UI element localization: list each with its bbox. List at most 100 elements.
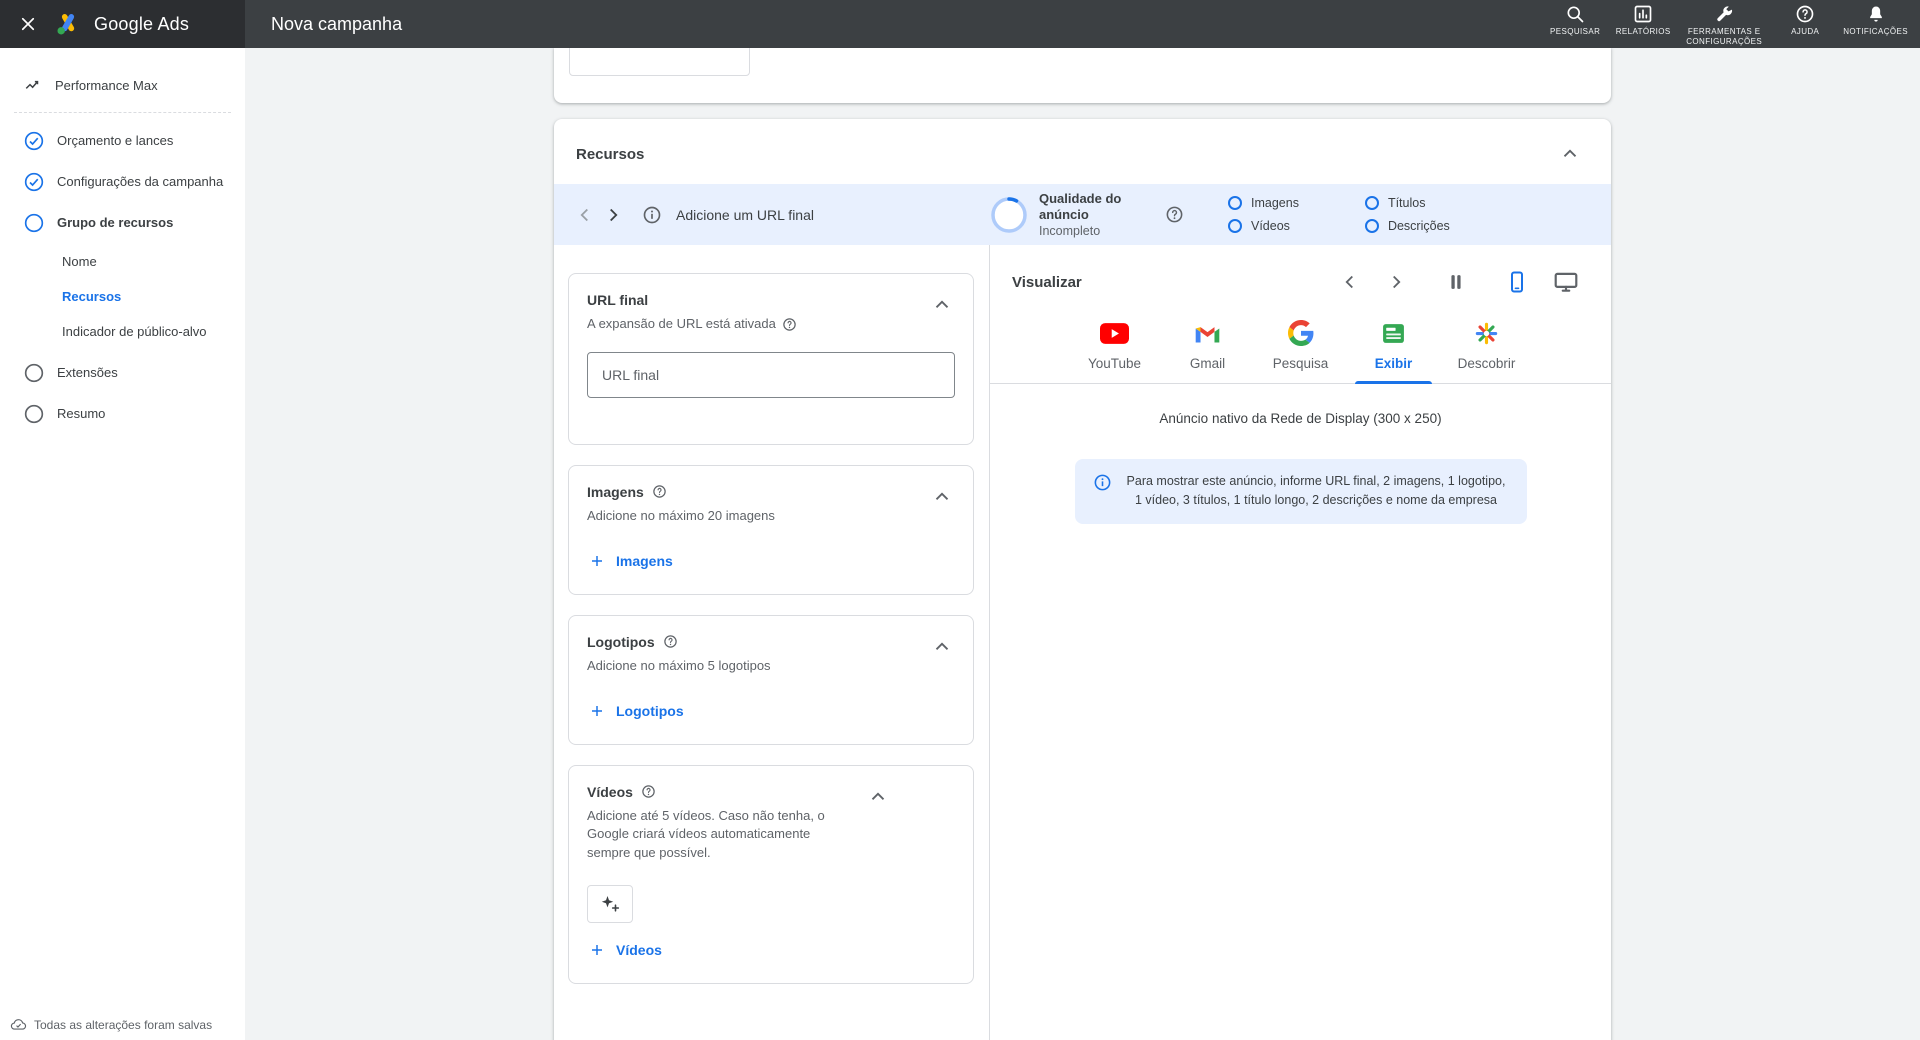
collapse-imagens-button[interactable] — [929, 484, 955, 510]
step-configuracoes-da-campanha[interactable]: Configurações da campanha — [0, 162, 245, 203]
videos-title: Vídeos — [587, 784, 633, 800]
tab-label: Gmail — [1190, 356, 1225, 371]
tab-descobrir[interactable]: Descobrir — [1440, 311, 1533, 383]
quality-text-block: Qualidade do anúncio Incompleto — [1039, 191, 1145, 239]
preview-title: Visualizar — [1012, 274, 1082, 291]
collapse-url-final-button[interactable] — [929, 292, 955, 318]
next-suggestion-button[interactable] — [600, 202, 626, 228]
check-imagens: Imagens — [1228, 196, 1299, 210]
close-button[interactable] — [14, 10, 42, 38]
search-action[interactable]: PESQUISAR — [1545, 1, 1605, 37]
help-icon — [1795, 4, 1815, 24]
discover-icon — [1474, 319, 1499, 347]
reports-label: RELATÓRIOS — [1616, 27, 1671, 37]
chevron-right-icon — [602, 204, 624, 226]
tab-pesquisa[interactable]: Pesquisa — [1254, 311, 1347, 383]
mobile-preview-toggle[interactable] — [1503, 268, 1531, 296]
brand-name: Google Ads — [94, 14, 189, 35]
check-titulos: Títulos — [1365, 196, 1450, 210]
add-videos-button[interactable]: Vídeos — [587, 939, 664, 961]
collapse-recursos-button[interactable] — [1557, 141, 1583, 167]
url-final-input[interactable] — [587, 352, 955, 398]
substep-indicador-de-publico-alvo[interactable]: Indicador de público-alvo — [62, 314, 245, 349]
previous-section-card — [554, 48, 1611, 103]
chevron-up-icon — [1559, 143, 1581, 165]
reports-icon — [1633, 4, 1653, 24]
add-imagens-button[interactable]: Imagens — [587, 550, 675, 572]
collapse-videos-button[interactable] — [865, 784, 891, 810]
tab-gmail[interactable]: Gmail — [1161, 311, 1254, 383]
imagens-card: Imagens Adicione no máximo 20 imagens — [568, 465, 974, 595]
step-completed-icon — [24, 172, 44, 192]
check-videos: Vídeos — [1228, 219, 1299, 233]
step-extensoes[interactable]: Extensões — [0, 353, 245, 394]
imagens-help-button[interactable] — [652, 484, 667, 499]
clipped-field[interactable] — [569, 48, 750, 76]
info-icon — [642, 205, 662, 225]
videos-card: Vídeos Adicione até 5 vídeos. Caso não t… — [568, 765, 974, 985]
notifications-action[interactable]: NOTIFICAÇÕES — [1843, 1, 1908, 37]
preview-channel-tabs: YouTube Gmail Pesquisa — [990, 311, 1611, 384]
youtube-icon — [1100, 319, 1129, 347]
chevron-up-icon — [931, 486, 953, 508]
imagens-title: Imagens — [587, 484, 644, 500]
substep-nome[interactable]: Nome — [62, 244, 245, 279]
add-logotipos-label: Logotipos — [616, 703, 684, 719]
quality-status: Incompleto — [1039, 224, 1145, 238]
campaign-type: Performance Max — [0, 48, 245, 96]
quality-help-button[interactable] — [1163, 203, 1186, 226]
collapse-logotipos-button[interactable] — [929, 634, 955, 660]
check-label: Imagens — [1251, 196, 1299, 210]
quality-title: Qualidade do anúncio — [1039, 191, 1145, 224]
help-circle-icon — [652, 484, 667, 499]
preview-previous-button[interactable] — [1337, 269, 1363, 295]
tab-exibir[interactable]: Exibir — [1347, 311, 1440, 383]
search-icon — [1565, 4, 1585, 24]
tab-label: Descobrir — [1458, 356, 1516, 371]
desktop-icon — [1553, 269, 1579, 295]
url-expansion-note: A expansão de URL está ativada — [587, 315, 776, 334]
banner-message-group: Adicione um URL final — [572, 202, 989, 228]
substep-recursos[interactable]: Recursos — [62, 279, 245, 314]
help-label: AJUDA — [1791, 27, 1819, 37]
columns-icon — [1445, 271, 1467, 293]
add-logotipos-button[interactable]: Logotipos — [587, 700, 686, 722]
asset-form-column: URL final A expansão de URL está ativada — [554, 245, 989, 1024]
videos-help-button[interactable] — [641, 784, 656, 799]
radio-circle-icon — [1228, 219, 1242, 233]
step-grupo-de-recursos[interactable]: Grupo de recursos — [0, 203, 245, 244]
split-view-toggle[interactable] — [1443, 269, 1469, 295]
logotipos-help-button[interactable] — [663, 634, 678, 649]
help-circle-icon — [641, 784, 656, 799]
main-content: Recursos Adicione um URL — [245, 48, 1920, 1040]
display-network-icon — [1381, 319, 1406, 347]
requirements-infobox: Para mostrar este anúncio, informe URL f… — [1075, 459, 1527, 524]
generate-video-ai-button[interactable] — [587, 885, 633, 923]
previous-suggestion-button[interactable] — [572, 202, 598, 228]
step-label: Extensões — [57, 364, 118, 382]
step-resumo[interactable]: Resumo — [0, 394, 245, 435]
videos-subtitle: Adicione até 5 vídeos. Caso não tenha, o… — [587, 807, 857, 864]
chevron-up-icon — [931, 636, 953, 658]
chevron-left-icon — [1339, 271, 1361, 293]
sparkle-plus-icon — [598, 892, 622, 916]
url-expansion-help-button[interactable] — [782, 317, 797, 332]
topbar-brand-section: Google Ads — [0, 0, 245, 48]
recursos-card-title: Recursos — [576, 146, 1557, 163]
reports-action[interactable]: RELATÓRIOS — [1613, 1, 1673, 37]
step-orcamento-e-lances[interactable]: Orçamento e lances — [0, 121, 245, 162]
radio-circle-icon — [1365, 196, 1379, 210]
ad-quality-group: Qualidade do anúncio Incompleto — [989, 191, 1145, 239]
banner-message: Adicione um URL final — [676, 207, 814, 223]
help-action[interactable]: AJUDA — [1775, 1, 1835, 37]
help-circle-icon — [1165, 205, 1184, 224]
desktop-preview-toggle[interactable] — [1551, 267, 1581, 297]
save-status-text: Todas as alterações foram salvas — [34, 1018, 212, 1032]
tab-youtube[interactable]: YouTube — [1068, 311, 1161, 383]
wrench-icon — [1714, 4, 1734, 24]
cloud-saved-icon — [10, 1016, 27, 1033]
cards-wrapper: Recursos Adicione um URL — [554, 48, 1611, 1040]
tools-settings-action[interactable]: FERRAMENTAS E CONFIGURAÇÕES — [1681, 1, 1767, 48]
preview-next-button[interactable] — [1383, 269, 1409, 295]
recursos-card-header: Recursos — [554, 119, 1611, 184]
